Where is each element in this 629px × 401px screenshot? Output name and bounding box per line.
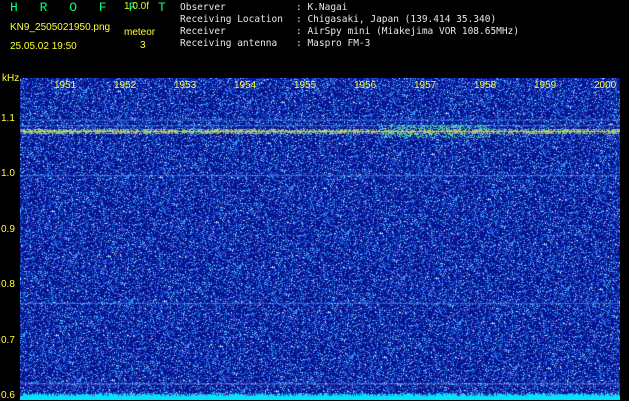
x-tick-label: 1959 xyxy=(534,80,557,91)
x-tick-label: 1953 xyxy=(174,80,197,91)
meteor-label: meteor xyxy=(124,27,156,38)
y-tick-label: 0.7 xyxy=(1,334,15,346)
observation-datetime: 25.05.02 19:50 xyxy=(10,41,77,52)
app-version: 1.0.0f xyxy=(124,1,150,12)
info-location: Receiving Location : Chigasaki, Japan (13… xyxy=(180,14,496,25)
header-panel: H R O F F T 1.0.0f KN9_2505021950.png me… xyxy=(0,0,629,78)
y-tick-label: 1.0 xyxy=(1,168,15,180)
y-tick-label: 0.9 xyxy=(1,223,15,235)
x-tick-label: 1955 xyxy=(294,80,317,91)
info-value: : Chigasaki, Japan (139.414 35.340) xyxy=(296,14,497,25)
x-tick-label: 1956 xyxy=(354,80,377,91)
info-value: : K.Nagai xyxy=(296,2,348,13)
info-receiver: Receiver : AirSpy mini (Miakejima VOR 108… xyxy=(180,26,519,37)
info-value: : Maspro FM-3 xyxy=(296,38,371,49)
x-tick-label: 1954 xyxy=(234,80,257,91)
y-tick-label: 0.6 xyxy=(1,390,15,401)
meteor-count: 3 xyxy=(140,40,146,51)
x-tick-label: 2000 xyxy=(594,80,617,91)
file-name: KN9_2505021950.png xyxy=(10,22,111,33)
info-key: Receiver xyxy=(180,26,226,37)
info-key: Receiving antenna xyxy=(180,38,278,49)
x-tick-label: 1957 xyxy=(414,80,437,91)
x-tick-label: 1958 xyxy=(474,80,497,91)
y-axis-unit: kHz xyxy=(2,73,20,84)
y-tick-label: 0.8 xyxy=(1,279,15,291)
info-value: : AirSpy mini (Miakejima VOR 108.65MHz) xyxy=(296,26,520,37)
info-observer: Observer : K.Nagai xyxy=(180,2,347,13)
info-key: Observer xyxy=(180,2,226,13)
y-tick-label: 1.1 xyxy=(1,112,15,124)
info-antenna: Receiving antenna : Maspro FM-3 xyxy=(180,38,370,49)
spectrogram-plot xyxy=(20,78,620,400)
info-key: Receiving Location xyxy=(180,14,283,25)
x-tick-label: 1952 xyxy=(114,80,137,91)
x-tick-label: 1951 xyxy=(54,80,77,91)
